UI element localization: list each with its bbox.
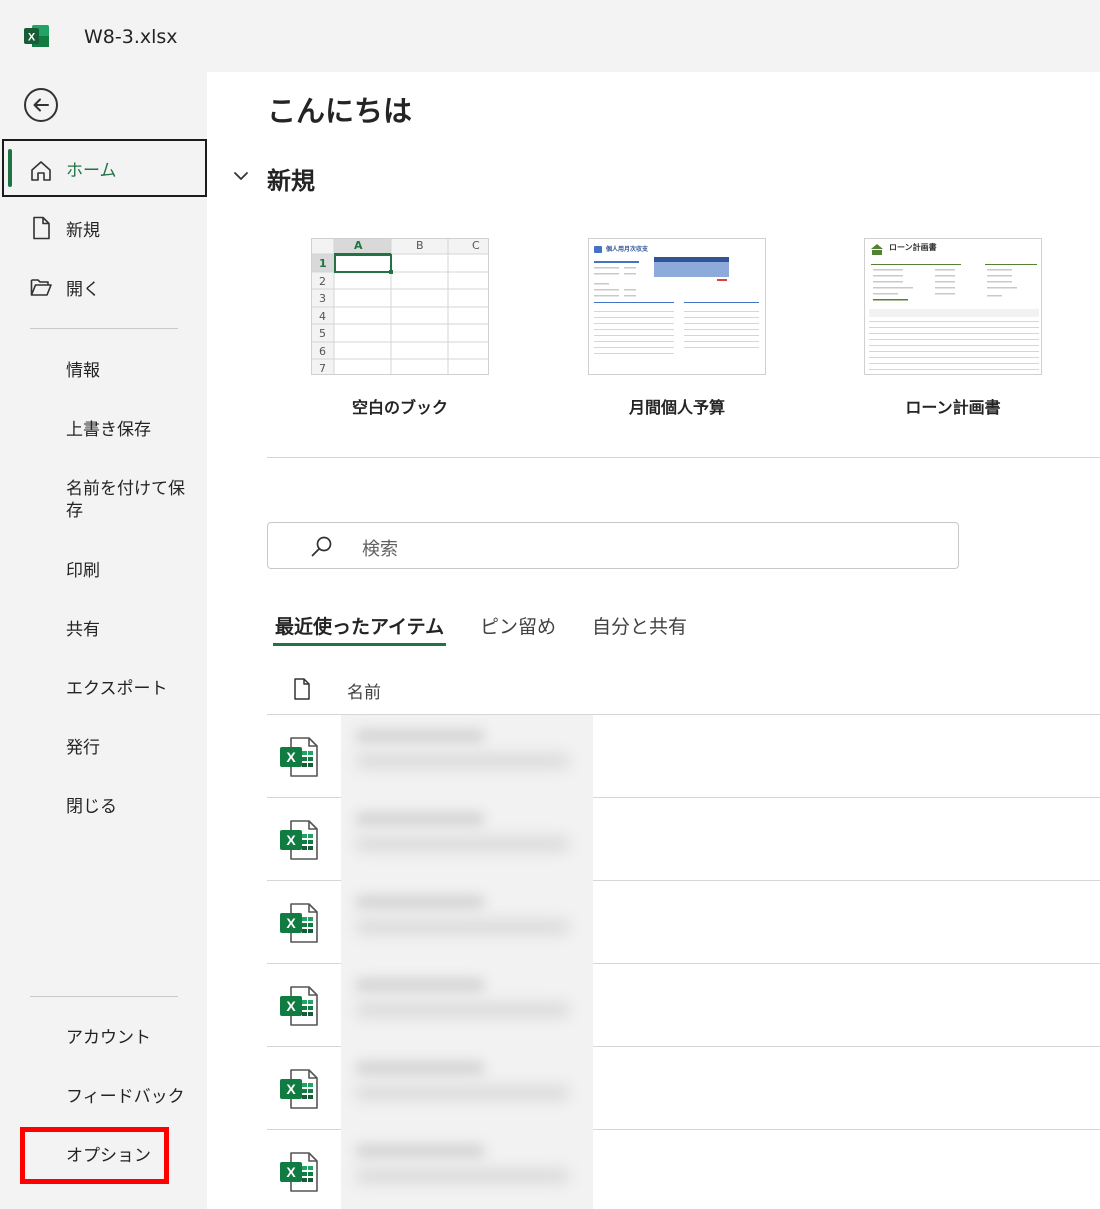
tab-pinned[interactable]: ピン留め <box>480 612 556 644</box>
sidebar-item-save[interactable]: 上書き保存 <box>66 419 191 441</box>
search-placeholder: 検索 <box>362 539 398 560</box>
row-header: 1 <box>319 257 327 270</box>
options-highlight-box <box>20 1127 169 1184</box>
table-row[interactable] <box>267 881 1100 964</box>
sidebar-item-export[interactable]: エクスポート <box>66 678 191 700</box>
row-header: 4 <box>319 310 326 323</box>
table-row[interactable] <box>267 1130 1100 1209</box>
row-header: 7 <box>319 362 326 375</box>
sidebar-item-print[interactable]: 印刷 <box>66 560 191 582</box>
tab-recent[interactable]: 最近使ったアイテム <box>272 612 447 646</box>
table-row[interactable] <box>267 1047 1100 1130</box>
section-divider <box>267 457 1100 458</box>
row-header: 2 <box>319 275 326 288</box>
column-header-a: A <box>354 239 363 252</box>
blurred-file-name <box>341 881 593 964</box>
excel-file-icon <box>279 903 318 943</box>
thumbnail-title: 個人用月次収支 <box>606 246 649 253</box>
row-header: 6 <box>319 345 326 358</box>
open-folder-icon <box>30 279 52 296</box>
new-doc-icon <box>33 216 50 240</box>
template-label: 空白のブック <box>351 398 448 417</box>
blurred-file-name <box>341 798 593 881</box>
tab-shared-with-me[interactable]: 自分と共有 <box>592 612 687 644</box>
sidebar-divider <box>30 328 178 329</box>
budget-sheet-preview <box>589 239 765 374</box>
row-header: 5 <box>319 327 326 340</box>
sidebar-item-share[interactable]: 共有 <box>66 619 191 641</box>
excel-file-icon <box>279 986 318 1026</box>
blurred-file-name <box>341 715 593 798</box>
excel-file-icon <box>279 737 318 777</box>
search-icon <box>311 536 332 557</box>
thumbnail-title: ローン計画書 <box>889 243 937 252</box>
sidebar-item-new[interactable]: 新規 <box>0 199 207 257</box>
new-section-title[interactable]: 新規 <box>267 161 315 196</box>
blurred-file-name <box>341 1047 593 1130</box>
excel-file-icon <box>279 1069 318 1109</box>
back-arrow-icon <box>33 98 49 112</box>
sidebar-item-info[interactable]: 情報 <box>66 360 191 382</box>
document-icon <box>294 678 310 700</box>
title-bar: X W8-3.xlsx <box>0 0 1100 72</box>
column-header-name[interactable]: 名前 <box>347 678 381 703</box>
template-thumbnail: ローン計画書 <box>864 238 1042 375</box>
excel-app-icon: X <box>24 25 49 47</box>
template-monthly-budget[interactable]: 個人用月次収支 月間個人予算 <box>588 238 768 417</box>
blank-sheet-preview <box>312 239 488 374</box>
back-button[interactable] <box>24 88 58 122</box>
chevron-down-icon[interactable] <box>233 168 249 184</box>
excel-file-icon <box>279 1152 318 1192</box>
sidebar-item-feedback[interactable]: フィードバック <box>66 1086 191 1108</box>
template-label: 月間個人予算 <box>628 398 725 417</box>
table-row[interactable] <box>267 715 1100 798</box>
template-thumbnail: 個人用月次収支 <box>588 238 766 375</box>
sidebar-item-close[interactable]: 閉じる <box>66 796 191 818</box>
excel-file-icon <box>279 820 318 860</box>
template-loan-planner[interactable]: ローン計画書 ローン計画書 <box>864 238 1044 417</box>
file-list-header: 名前 <box>267 672 1100 715</box>
template-blank-workbook[interactable]: A B C 1 2 3 4 5 6 7 空白のブック <box>311 238 491 417</box>
document-title: W8-3.xlsx <box>84 26 178 48</box>
backstage-sidebar: ホーム 新規 開く 情報 上書き保存 名前を付けて保存 印刷 共有 エクスポート… <box>0 72 207 1209</box>
table-row[interactable] <box>267 798 1100 881</box>
sidebar-item-save-as[interactable]: 名前を付けて保存 <box>66 478 191 522</box>
svg-text:X: X <box>28 32 36 44</box>
home-icon <box>31 161 51 181</box>
template-thumbnail: A B C 1 2 3 4 5 6 7 <box>311 238 489 375</box>
template-label: ローン計画書 <box>905 398 1001 417</box>
sidebar-item-label: 新規 <box>66 220 100 241</box>
column-header-c: C <box>472 239 480 252</box>
sidebar-divider <box>30 996 178 997</box>
sidebar-item-label: 開く <box>66 279 100 300</box>
row-header: 3 <box>319 292 326 305</box>
home-pane: こんにちは 新規 A B C 1 2 3 4 5 6 7 空白のブック 個人用月… <box>207 72 1100 1209</box>
sidebar-item-publish[interactable]: 発行 <box>66 737 191 759</box>
sidebar-item-account[interactable]: アカウント <box>66 1027 191 1049</box>
sidebar-item-label: ホーム <box>66 160 117 181</box>
table-row[interactable] <box>267 964 1100 1047</box>
column-header-b: B <box>416 239 424 252</box>
blurred-file-name <box>341 964 593 1047</box>
greeting-heading: こんにちは <box>267 94 413 128</box>
sidebar-item-open[interactable]: 開く <box>0 258 207 316</box>
search-box[interactable]: 検索 <box>267 522 959 569</box>
blurred-file-name <box>341 1130 593 1209</box>
sidebar-item-home[interactable]: ホーム <box>2 139 207 197</box>
loan-sheet-preview <box>865 239 1041 374</box>
